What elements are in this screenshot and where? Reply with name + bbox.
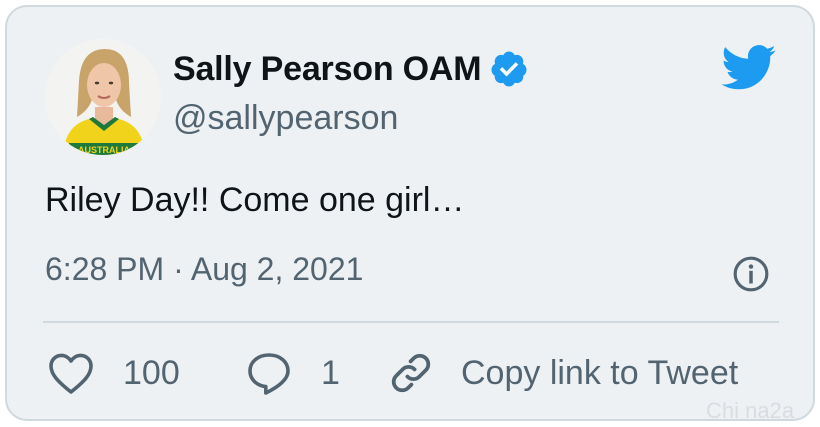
twitter-bird-icon[interactable] — [721, 45, 777, 91]
info-icon[interactable] — [732, 255, 770, 293]
watermark-text: Chi na2a — [706, 398, 795, 423]
avatar-jersey-text: AUSTRALIA — [78, 145, 130, 155]
avatar-image: AUSTRALIA — [45, 39, 161, 155]
author-display-name[interactable]: Sally Pearson OAM — [173, 50, 482, 89]
like-count: 100 — [123, 353, 180, 392]
avatar[interactable]: AUSTRALIA — [45, 39, 161, 155]
divider — [43, 321, 779, 323]
link-icon — [391, 353, 431, 393]
like-button[interactable]: 100 — [47, 347, 180, 399]
author-name-row: Sally Pearson OAM — [173, 47, 529, 91]
tweet-timestamp[interactable]: 6:28 PM · Aug 2, 2021 — [45, 251, 363, 288]
heart-icon — [49, 353, 93, 394]
reply-count: 1 — [321, 353, 340, 392]
tweet-text: Riley Day!! Come one girl… — [45, 181, 465, 219]
verified-badge-icon — [491, 51, 527, 87]
author-handle[interactable]: @sallypearson — [173, 99, 398, 138]
tweet-card[interactable]: AUSTRALIA Sally Pearson OAM @sallypearso… — [5, 5, 815, 421]
copy-link-button[interactable]: Copy link to Tweet — [387, 347, 738, 399]
reply-button[interactable]: 1 — [245, 347, 340, 399]
speech-bubble-icon — [248, 353, 290, 395]
copy-link-label: Copy link to Tweet — [461, 353, 739, 392]
